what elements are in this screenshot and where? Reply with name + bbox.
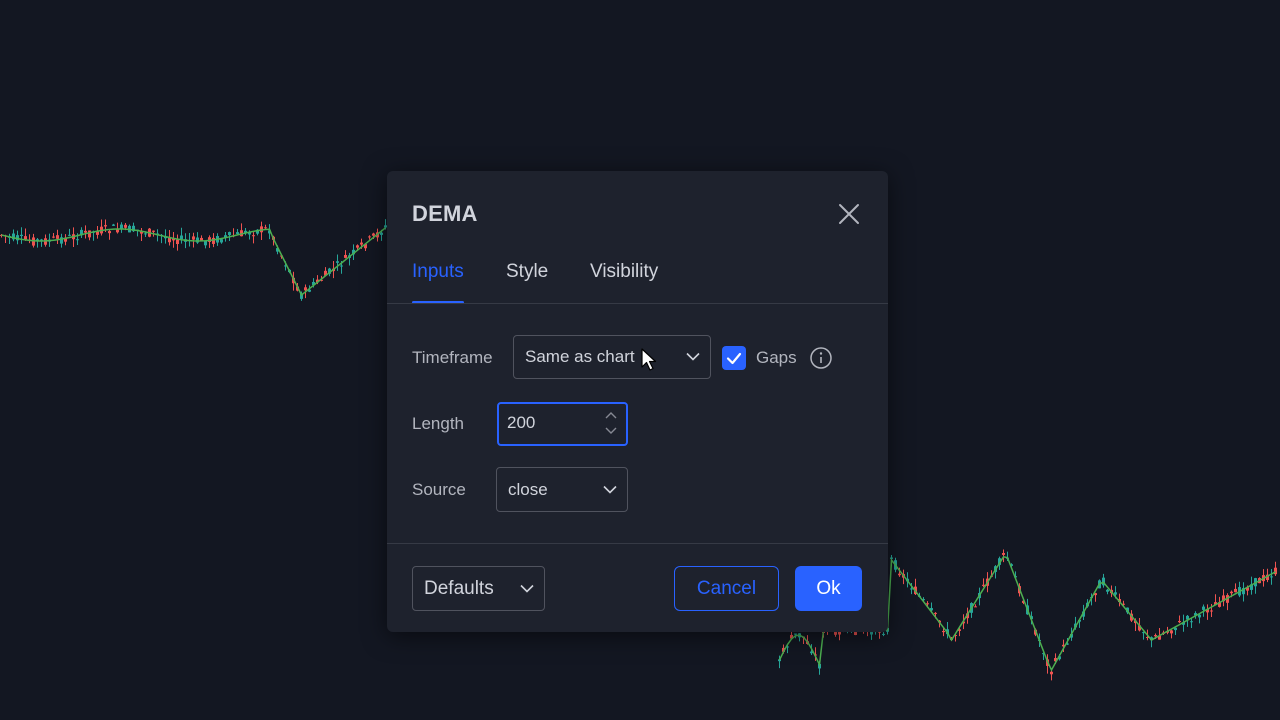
- candle-body: [204, 240, 207, 246]
- tab-visibility[interactable]: Visibility: [590, 261, 658, 303]
- candle-body: [934, 612, 937, 614]
- candle-body: [192, 236, 195, 240]
- candle-body: [84, 230, 87, 233]
- candle-body: [196, 237, 199, 243]
- source-value: close: [508, 479, 548, 499]
- candle-body: [1234, 588, 1237, 593]
- candle-body: [890, 557, 893, 559]
- candle-body: [1230, 591, 1233, 594]
- close-button[interactable]: [836, 201, 862, 227]
- candle-body: [356, 245, 359, 248]
- candle-body: [252, 235, 255, 237]
- candle-body: [1198, 614, 1201, 618]
- candle-body: [212, 237, 215, 244]
- defaults-dropdown[interactable]: Defaults: [412, 566, 545, 611]
- candle-body: [112, 224, 115, 226]
- tab-bar: Inputs Style Visibility: [412, 261, 888, 304]
- candle-body: [152, 230, 155, 232]
- timeframe-value: Same as chart: [525, 347, 635, 366]
- candle-body: [336, 261, 339, 263]
- candle-body: [304, 287, 307, 291]
- cancel-button[interactable]: Cancel: [674, 566, 779, 611]
- candle-body: [228, 232, 231, 236]
- dialog-title: DEMA: [412, 201, 478, 226]
- arrow-up-icon[interactable]: [604, 410, 618, 420]
- source-label: Source: [412, 480, 466, 499]
- candle-body: [1274, 567, 1277, 575]
- length-input-box: [497, 402, 628, 446]
- candle-body: [910, 588, 913, 590]
- candle-body: [220, 239, 223, 243]
- length-label: Length: [412, 414, 464, 433]
- close-icon: [839, 204, 859, 224]
- candle-body: [180, 235, 183, 240]
- tab-inputs[interactable]: Inputs: [412, 261, 464, 304]
- candle-body: [1210, 610, 1213, 612]
- candle-body: [176, 239, 179, 245]
- candle-body: [882, 633, 885, 635]
- candle-body: [236, 232, 239, 234]
- candle-body: [124, 224, 127, 228]
- candle-body: [1178, 620, 1181, 623]
- candle-body: [116, 229, 119, 233]
- candle-body: [264, 227, 267, 229]
- tab-style[interactable]: Style: [506, 261, 548, 303]
- candle-body: [942, 631, 945, 633]
- candle-body: [898, 573, 901, 576]
- candle-body: [24, 236, 27, 240]
- candle-body: [1114, 592, 1117, 595]
- candle-body: [56, 235, 59, 239]
- candle-body: [1190, 621, 1193, 623]
- candle-body: [68, 234, 71, 236]
- chevron-down-icon: [603, 485, 617, 494]
- info-icon[interactable]: [809, 346, 833, 370]
- candle-body: [380, 232, 383, 235]
- defaults-label: Defaults: [424, 577, 494, 599]
- candle-body: [340, 265, 343, 267]
- candle-body: [926, 603, 929, 605]
- timeframe-label: Timeframe: [412, 348, 493, 367]
- candle-body: [794, 633, 797, 635]
- candle-body: [360, 242, 363, 245]
- candle-body: [104, 225, 107, 227]
- mouse-cursor-icon: [641, 348, 657, 371]
- gaps-checkbox[interactable]: [722, 346, 746, 370]
- footer-divider: [387, 543, 888, 544]
- candle-body: [372, 233, 375, 236]
- chevron-down-icon: [686, 352, 700, 361]
- indicator-settings-dialog: DEMA Inputs Style Visibility Timeframe S…: [387, 171, 888, 632]
- candle-body: [1106, 589, 1109, 592]
- candle-body: [1202, 606, 1205, 610]
- gaps-label: Gaps: [756, 348, 797, 367]
- candle-body: [108, 231, 111, 234]
- source-select[interactable]: close: [496, 467, 628, 512]
- check-icon: [726, 352, 742, 365]
- candle-body: [1170, 630, 1173, 634]
- candle-body: [368, 236, 371, 238]
- candle-body: [88, 230, 91, 238]
- timeframe-select[interactable]: Same as chart: [513, 335, 711, 379]
- candle-body: [344, 254, 347, 258]
- candle-body: [974, 606, 977, 608]
- tabs-divider: [387, 303, 888, 304]
- candle-body: [1050, 671, 1053, 675]
- arrow-down-icon[interactable]: [604, 426, 618, 436]
- candle-body: [1270, 576, 1273, 578]
- ok-button[interactable]: Ok: [795, 566, 862, 611]
- candle-body: [1154, 635, 1157, 637]
- candle-body: [76, 239, 79, 241]
- length-input[interactable]: [507, 412, 593, 434]
- chevron-down-icon: [520, 584, 534, 593]
- candle-body: [52, 236, 55, 238]
- candle-body: [1002, 552, 1005, 555]
- candle-body: [20, 234, 23, 237]
- candle-body: [144, 233, 147, 235]
